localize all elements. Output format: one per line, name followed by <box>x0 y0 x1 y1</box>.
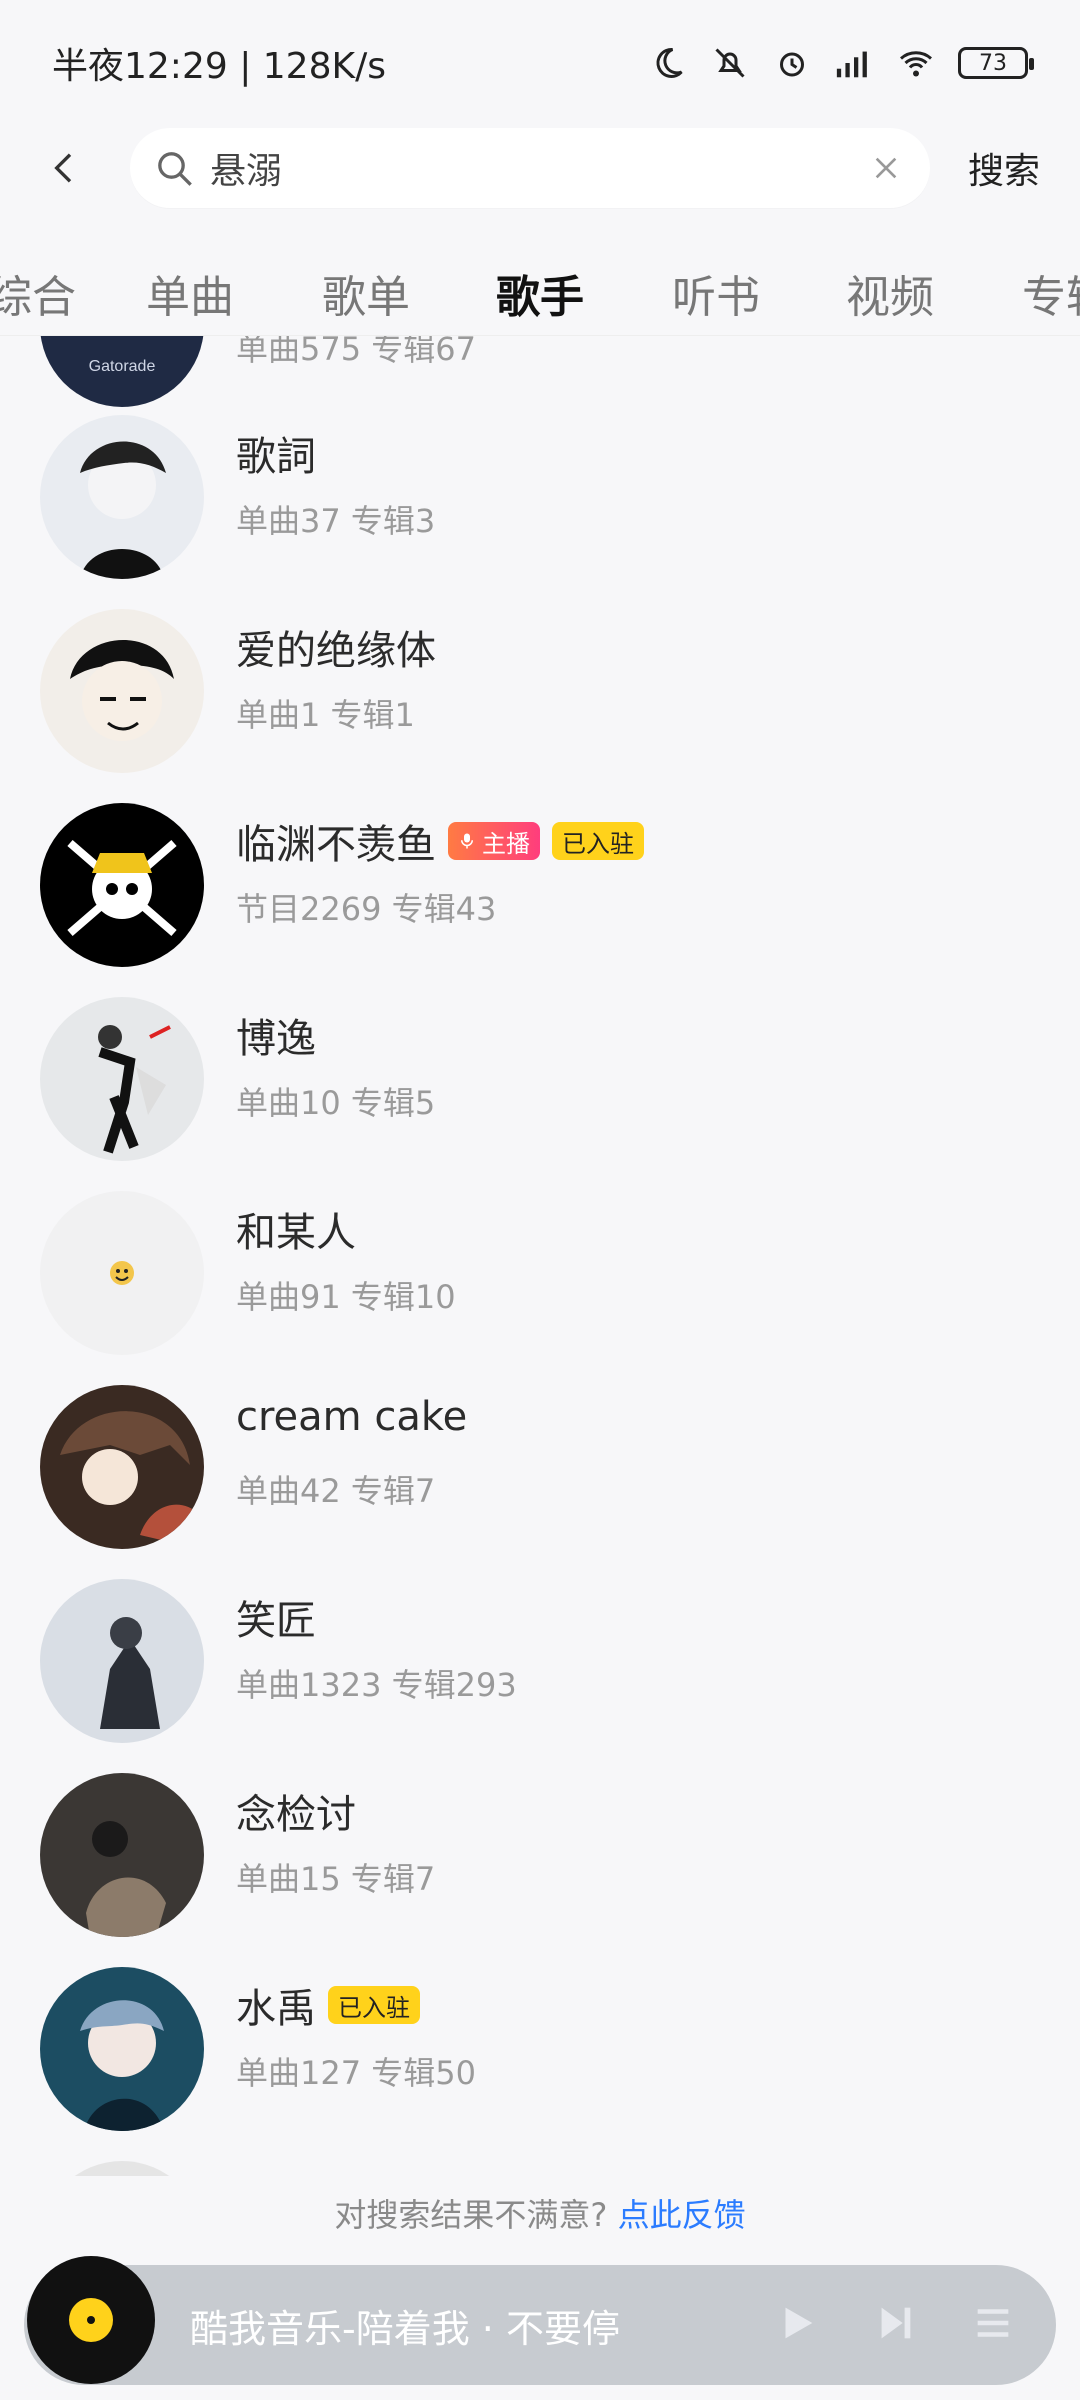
artist-name: 和某人 <box>236 1210 356 1256</box>
avatar <box>40 609 204 773</box>
artist-meta: 单曲10 专辑5 <box>236 1084 436 1122</box>
status-time: 半夜12:29 | 128K/s <box>52 46 386 87</box>
avatar <box>40 1191 204 1355</box>
mini-player[interactable]: 酷我音乐-陪着我 · 不要停 <box>24 2256 1056 2385</box>
list-item[interactable]: 念检讨 单曲15 专辑7 <box>0 1758 1080 1952</box>
tab-single[interactable]: 单曲 <box>140 250 240 335</box>
tab-bar: 综合 单曲 歌单 歌手 听书 视频 专辑 <box>0 250 1080 336</box>
artist-meta: 单曲15 专辑7 <box>236 1860 436 1898</box>
battery-level: 73 <box>979 50 1007 76</box>
list-item[interactable]: 歌詞 单曲37 专辑3 <box>0 400 1080 594</box>
feedback-text: 对搜索结果不满意? <box>334 2196 608 2234</box>
wifi-icon <box>896 43 936 83</box>
avatar <box>40 1773 204 1937</box>
search-query[interactable]: 悬溺 <box>210 142 866 194</box>
list-item[interactable]: 博逸 单曲10 专辑5 <box>0 982 1080 1176</box>
next-button[interactable] <box>872 2297 918 2353</box>
status-icons: 73 <box>648 43 1034 83</box>
alarm-icon <box>772 43 812 83</box>
tab-audiobook[interactable]: 听书 <box>666 250 766 335</box>
artist-name: 爱的绝缘体 <box>236 628 436 674</box>
playlist-icon <box>977 2309 1009 2337</box>
now-playing-title[interactable]: 酷我音乐-陪着我 · 不要停 <box>190 2298 620 2353</box>
back-button[interactable] <box>30 126 100 210</box>
playlist-button[interactable] <box>970 2297 1016 2353</box>
list-item[interactable]: 临渊不羡鱼 主播 已入驻 节目2269 专辑43 <box>0 788 1080 982</box>
play-icon <box>785 2307 813 2339</box>
artist-meta: 单曲42 专辑7 <box>236 1472 436 1510</box>
tab-video[interactable]: 视频 <box>840 250 940 335</box>
avatar: Gatorade <box>40 336 204 407</box>
artist-results-list: Gatorade 单曲575 专辑67 歌詞 单曲37 专辑3 爱的绝缘体 单曲… <box>0 336 1080 2176</box>
search-icon <box>158 152 192 186</box>
svg-text:Gatorade: Gatorade <box>89 358 156 375</box>
settled-badge: 已入驻 <box>328 1986 420 2024</box>
album-disc[interactable] <box>24 2253 158 2387</box>
list-item[interactable]: 和某人 单曲91 专辑10 <box>0 1176 1080 1370</box>
avatar <box>40 1579 204 1743</box>
artist-name: 念检讨 <box>236 1792 356 1838</box>
artist-meta: 单曲575 专辑67 <box>236 336 476 368</box>
clear-button[interactable] <box>866 148 906 188</box>
settled-badge: 已入驻 <box>552 822 644 860</box>
artist-name: 博逸 <box>236 1016 316 1062</box>
artist-meta: 单曲37 专辑3 <box>236 502 436 540</box>
avatar <box>40 1385 204 1549</box>
tab-artist[interactable]: 歌手 <box>490 250 590 335</box>
artist-meta: 节目2269 专辑43 <box>236 890 497 928</box>
artist-name: cream cake <box>236 1394 468 1440</box>
artist-meta: 单曲127 专辑50 <box>236 2054 476 2092</box>
bell-mute-icon <box>710 43 750 83</box>
search-header: 悬溺 搜索 <box>0 126 1080 210</box>
moon-icon <box>648 43 688 83</box>
artist-meta: 单曲1 专辑1 <box>236 696 415 734</box>
tab-playlist[interactable]: 歌单 <box>316 250 416 335</box>
play-button[interactable] <box>774 2297 820 2353</box>
list-item[interactable]: 爱的绝缘体 单曲1 专辑1 <box>0 594 1080 788</box>
artist-name: 歌詞 <box>236 434 316 480</box>
artist-meta: 单曲91 专辑10 <box>236 1278 456 1316</box>
microphone-icon <box>461 833 473 849</box>
vinyl-disc-icon <box>27 2256 155 2384</box>
anchor-badge: 主播 <box>448 822 540 860</box>
status-bar: 半夜12:29 | 128K/s 73 <box>0 0 1080 126</box>
avatar <box>40 803 204 967</box>
skip-next-icon <box>881 2307 911 2339</box>
tab-album[interactable]: 专辑 <box>1016 250 1080 335</box>
avatar <box>40 997 204 1161</box>
list-item[interactable]: 笑匠 单曲1323 专辑293 <box>0 1564 1080 1758</box>
artist-name: 临渊不羡鱼 主播 已入驻 <box>236 812 644 870</box>
search-button[interactable]: 搜索 <box>968 142 1040 194</box>
player-controls <box>774 2297 1016 2353</box>
search-input[interactable]: 悬溺 <box>130 128 930 208</box>
list-item[interactable]: cream cake 单曲42 专辑7 <box>0 1370 1080 1564</box>
avatar <box>40 415 204 579</box>
artist-name: 水禹 已入驻 <box>236 1976 420 2034</box>
tab-comprehensive[interactable]: 综合 <box>0 250 82 335</box>
feedback-link[interactable]: 点此反馈 <box>618 2196 746 2234</box>
chevron-left-icon <box>54 153 72 183</box>
battery-indicator: 73 <box>958 47 1034 79</box>
close-icon <box>875 157 897 179</box>
avatar <box>40 2161 204 2176</box>
list-item[interactable] <box>0 2146 1080 2176</box>
list-item[interactable]: 水禹 已入驻 单曲127 专辑50 <box>0 1952 1080 2146</box>
artist-meta: 单曲1323 专辑293 <box>236 1666 517 1704</box>
signal-icon <box>834 43 874 83</box>
feedback-row: 对搜索结果不满意? 点此反馈 <box>0 2190 1080 2236</box>
avatar <box>40 1967 204 2131</box>
artist-name: 笑匠 <box>236 1598 316 1644</box>
